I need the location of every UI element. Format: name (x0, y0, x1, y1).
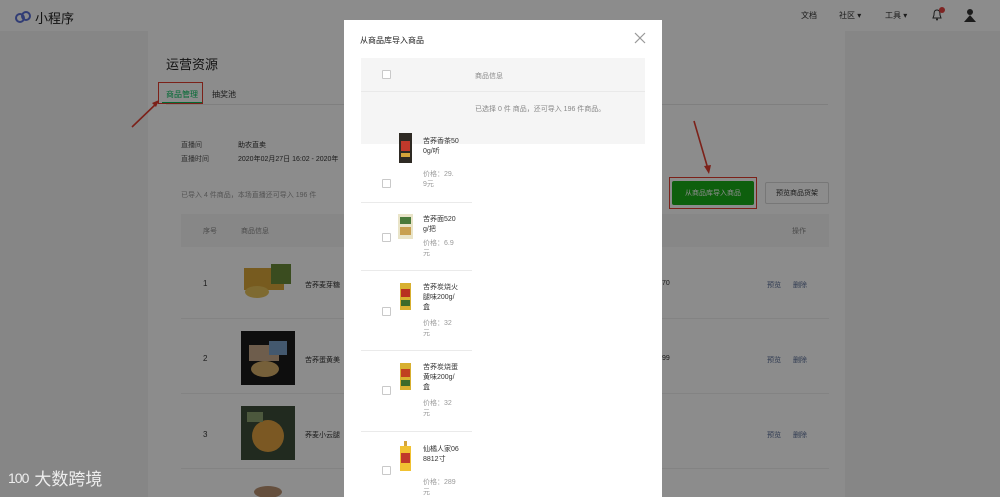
item-checkbox[interactable] (382, 386, 391, 395)
import-products-dialog: 从商品库导入商品 商品信息 已选择 0 件 商品，还可导入 196 件商品。 苦… (344, 20, 662, 497)
watermark-text: 大数跨境 (34, 470, 103, 489)
item-checkbox[interactable] (382, 233, 391, 242)
item-name: 苦荞炭烧蛋黄味200g/盒 (423, 364, 458, 391)
product-thumbnail (397, 133, 414, 163)
watermark-logo: 100 (8, 469, 29, 486)
item-divider (361, 202, 472, 203)
item-name: 苦荞香茶500g/听 (423, 138, 459, 155)
item-name: 苦荞面520g/把 (423, 216, 456, 233)
item-price: 价格：289元 (423, 479, 456, 496)
product-thumbnail (397, 213, 414, 240)
item-name: 苦荞炭烧火腿味200g/盒 (423, 284, 458, 311)
item-price: 价格：29.9元 (423, 171, 454, 188)
item-divider (361, 350, 472, 351)
watermark: 100 大数跨境 (8, 465, 102, 490)
product-thumbnail (397, 283, 414, 310)
close-icon[interactable] (634, 32, 646, 44)
header-divider (361, 91, 645, 92)
product-thumbnail (397, 363, 414, 390)
col-product-info: 商品信息 (475, 73, 503, 80)
select-all-checkbox[interactable] (382, 70, 391, 79)
dialog-title: 从商品库导入商品 (360, 36, 424, 45)
item-price: 价格：32元 (423, 320, 452, 337)
product-thumbnail (397, 441, 414, 471)
item-checkbox[interactable] (382, 307, 391, 316)
item-checkbox[interactable] (382, 179, 391, 188)
item-checkbox[interactable] (382, 466, 391, 475)
selection-count: 已选择 0 件 商品，还可导入 196 件商品。 (475, 106, 606, 113)
item-name: 仙橘人家068812寸 (423, 446, 459, 463)
item-price: 价格：32元 (423, 400, 452, 417)
item-price: 价格：6.9元 (423, 240, 454, 257)
item-divider (361, 431, 472, 432)
item-divider (361, 270, 472, 271)
dialog-table-header (361, 58, 645, 144)
